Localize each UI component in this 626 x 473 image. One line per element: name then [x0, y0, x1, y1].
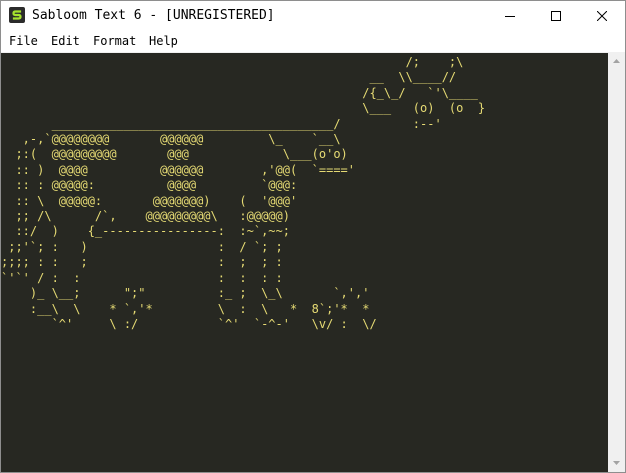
menu-format[interactable]: Format	[93, 34, 136, 48]
title-bar[interactable]: Sabloom Text 6 - [UNREGISTERED]	[1, 1, 625, 31]
menu-file[interactable]: File	[9, 34, 38, 48]
scroll-down-button[interactable]	[608, 455, 625, 472]
maximize-icon	[551, 11, 561, 21]
close-button[interactable]	[579, 1, 625, 31]
minimize-button[interactable]	[487, 1, 533, 31]
window-title: Sabloom Text 6 - [UNREGISTERED]	[32, 8, 275, 23]
menu-edit[interactable]: Edit	[51, 34, 80, 48]
editor-content[interactable]: /; ;\ __ \\____// /{_\_/ `'\____ \___ (o…	[1, 55, 485, 332]
menu-bar: File Edit Format Help	[1, 31, 625, 53]
maximize-button[interactable]	[533, 1, 579, 31]
scroll-down-arrow-icon	[613, 461, 620, 465]
scroll-up-button[interactable]	[608, 53, 625, 70]
text-editor[interactable]: /; ;\ __ \\____// /{_\_/ `'\____ \___ (o…	[1, 53, 608, 472]
scroll-up-arrow-icon	[613, 59, 620, 63]
menu-help[interactable]: Help	[149, 34, 178, 48]
app-window: Sabloom Text 6 - [UNREGISTERED] File Edi…	[0, 0, 626, 473]
sabloom-s-icon	[9, 7, 25, 23]
close-icon	[597, 11, 607, 21]
vertical-scrollbar[interactable]	[608, 53, 625, 472]
minimize-icon	[505, 16, 515, 17]
